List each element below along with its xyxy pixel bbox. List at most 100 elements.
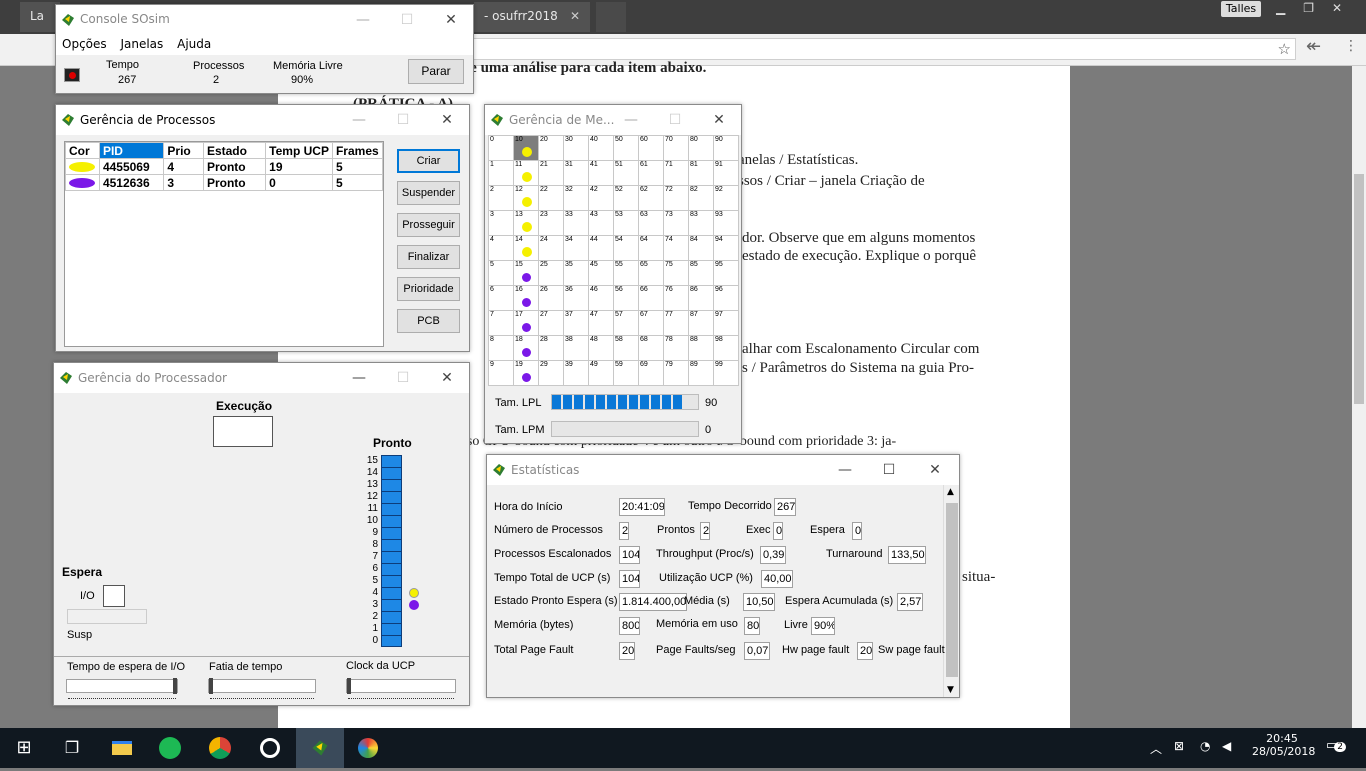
sosim-taskbar-icon[interactable] [296, 728, 344, 768]
maximize-icon[interactable]: ☐ [653, 105, 697, 135]
extension-icon[interactable]: ↞ [1306, 36, 1321, 57]
processador-titlebar[interactable]: Gerência do Processador — ☐ ✕ [54, 363, 469, 393]
windows-start-icon[interactable]: ⊞ [8, 732, 40, 764]
col-pid[interactable]: PID [98, 142, 165, 159]
suspender-button[interactable]: Suspender [397, 181, 460, 205]
table-row[interactable]: 4512636 3 Pronto 0 5 [65, 174, 384, 191]
minimize-icon[interactable]: — [341, 5, 385, 35]
minimize-icon[interactable]: — [823, 455, 867, 485]
memory-frame: 4 [489, 236, 514, 261]
priority-level-label: 8 [372, 539, 378, 550]
process-list[interactable]: Cor PID Prio Estado Temp UCP Frames 4455… [64, 141, 384, 347]
memory-frame: 1 [489, 161, 514, 186]
volume-icon[interactable]: ◀ [1222, 739, 1231, 753]
clock[interactable]: 20:45 28/05/2018 [1252, 732, 1315, 758]
stats-scrollbar[interactable]: ▲ ▼ [943, 485, 959, 697]
tray-chevron-icon[interactable]: ︿ [1150, 740, 1162, 757]
frame-number: 52 [615, 186, 623, 193]
menu-janelas[interactable]: Janelas [120, 37, 163, 51]
window-controls[interactable]: ▁ ❐ ✕ [1268, 1, 1364, 17]
sosim-icon [62, 114, 74, 126]
close-icon[interactable]: ✕ [697, 105, 741, 135]
menu-icon[interactable]: ⋮ [1344, 38, 1358, 54]
new-tab-button[interactable] [596, 2, 626, 32]
network-icon[interactable]: ⊠ [1174, 739, 1184, 753]
file-explorer-icon[interactable] [106, 732, 138, 764]
maximize-icon[interactable]: ☐ [385, 5, 429, 35]
frame-number: 62 [640, 186, 648, 193]
browser-tab[interactable]: La [20, 2, 60, 32]
frame-number: 82 [690, 186, 698, 193]
pcb-button[interactable]: PCB [397, 309, 460, 333]
chrome-icon[interactable] [204, 732, 236, 764]
address-bar[interactable]: ☆ [470, 38, 1296, 60]
memory-frame: 39 [564, 361, 589, 386]
col-frames[interactable]: Frames [331, 142, 384, 159]
page-scrollbar[interactable] [1352, 66, 1366, 730]
spotify-icon[interactable] [154, 732, 186, 764]
paint-icon[interactable] [352, 732, 384, 764]
memory-frame: 14 [514, 236, 539, 261]
memoria-titlebar[interactable]: Gerência de Me... — ☐ ✕ [485, 105, 741, 135]
frame-number: 1 [490, 161, 494, 168]
frame-number: 92 [715, 186, 723, 193]
task-view-icon[interactable]: ❐ [56, 732, 88, 764]
frame-number: 49 [590, 361, 598, 368]
maximize-icon[interactable]: ☐ [867, 455, 911, 485]
estatisticas-titlebar[interactable]: Estatísticas — ☐ ✕ [487, 455, 959, 485]
close-icon[interactable]: ✕ [425, 105, 469, 135]
memory-frame: 5 [489, 261, 514, 286]
memory-frame: 66 [639, 286, 664, 311]
memory-frame: 80 [689, 136, 714, 161]
finalizar-button[interactable]: Finalizar [397, 245, 460, 269]
close-icon[interactable]: ✕ [1332, 1, 1342, 15]
frame-number: 11 [515, 161, 523, 168]
wifi-icon[interactable]: ◔ [1200, 739, 1210, 753]
minimize-icon[interactable]: — [337, 363, 381, 393]
minimize-icon[interactable]: — [609, 105, 653, 135]
menu-opcoes[interactable]: Opções [62, 37, 107, 51]
col-cor[interactable]: Cor [65, 142, 100, 159]
col-estado[interactable]: Estado [202, 142, 267, 159]
notification-icon[interactable]: ▭2 [1326, 738, 1347, 753]
frame-number: 58 [615, 336, 623, 343]
minimize-icon[interactable]: — [337, 105, 381, 135]
app-ring-icon[interactable] [254, 732, 286, 764]
lpl-bar [551, 394, 699, 410]
time-slice-slider[interactable] [208, 678, 316, 694]
criar-button[interactable]: Criar [397, 149, 460, 173]
frame-number: 93 [715, 211, 723, 218]
maximize-icon[interactable]: ☐ [381, 105, 425, 135]
col-prio[interactable]: Prio [163, 142, 204, 159]
processos-titlebar[interactable]: Gerência de Processos — ☐ ✕ [56, 105, 469, 135]
col-temp-ucp[interactable]: Temp UCP [265, 142, 333, 159]
browser-tab[interactable]: - osufrr2018 ✕ [474, 2, 590, 32]
prosseguir-button[interactable]: Prosseguir [397, 213, 460, 237]
memory-frame: 8 [489, 336, 514, 361]
cpu-clock-slider[interactable] [346, 678, 456, 694]
frame-number: 64 [640, 236, 648, 243]
menu-ajuda[interactable]: Ajuda [177, 37, 211, 51]
priority-level-label: 9 [372, 527, 378, 538]
prioridade-button[interactable]: Prioridade [397, 277, 460, 301]
close-icon[interactable]: ✕ [913, 455, 957, 485]
record-icon[interactable] [64, 68, 80, 82]
profile-button[interactable]: Talles [1221, 1, 1261, 17]
frame-number: 9 [490, 361, 494, 368]
star-icon[interactable]: ☆ [1278, 40, 1291, 58]
memory-frame: 22 [539, 186, 564, 211]
io-wait-slider[interactable] [66, 678, 178, 694]
close-icon[interactable]: ✕ [425, 363, 469, 393]
frame-process-yellow [522, 222, 532, 232]
parar-button[interactable]: Parar [408, 59, 464, 84]
close-icon[interactable]: ✕ [429, 5, 473, 35]
maximize-icon[interactable]: ☐ [381, 363, 425, 393]
minimize-icon[interactable]: ▁ [1276, 1, 1285, 15]
frame-number: 79 [665, 361, 673, 368]
console-titlebar[interactable]: Console SOsim — ☐ ✕ [56, 5, 473, 33]
frame-number: 21 [540, 161, 548, 168]
maximize-icon[interactable]: ❐ [1303, 1, 1314, 15]
memory-frame: 35 [564, 261, 589, 286]
table-row[interactable]: 4455069 4 Pronto 19 5 [65, 158, 384, 175]
close-tab-icon[interactable]: ✕ [570, 2, 580, 30]
